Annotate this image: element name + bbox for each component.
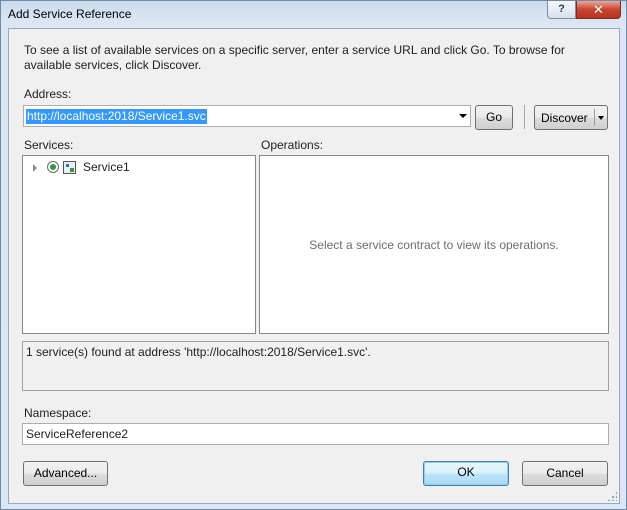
operations-placeholder: Select a service contract to view its op… bbox=[309, 238, 559, 252]
cancel-button[interactable]: Cancel bbox=[522, 461, 608, 486]
help-icon: ? bbox=[558, 3, 565, 15]
status-text: 1 service(s) found at address 'http://lo… bbox=[26, 345, 371, 359]
service-reference-icon bbox=[63, 161, 76, 174]
status-message-box: 1 service(s) found at address 'http://lo… bbox=[22, 341, 609, 391]
intro-text: To see a list of available services on a… bbox=[24, 43, 565, 72]
title-bar[interactable]: Add Service Reference ? ✕ bbox=[1, 1, 626, 28]
address-combobox[interactable]: http://localhost:2018/Service1.svc bbox=[23, 105, 471, 127]
chevron-down-icon[interactable] bbox=[459, 114, 467, 118]
toolbar-separator bbox=[524, 105, 525, 129]
ok-button[interactable]: OK bbox=[423, 461, 509, 486]
advanced-button[interactable]: Advanced... bbox=[23, 461, 108, 486]
go-button[interactable]: Go bbox=[475, 105, 513, 130]
operations-label: Operations: bbox=[261, 138, 324, 152]
dialog-title: Add Service Reference bbox=[8, 7, 132, 21]
split-divider bbox=[594, 109, 595, 126]
namespace-input[interactable]: ServiceReference2 bbox=[22, 423, 609, 445]
dialog-window: Add Service Reference ? ✕ To see a list … bbox=[0, 0, 627, 510]
help-button[interactable]: ? bbox=[547, 1, 576, 19]
discover-split-button[interactable]: Discover bbox=[534, 105, 608, 130]
expand-arrow-icon[interactable] bbox=[33, 164, 37, 172]
resize-grip[interactable] bbox=[607, 491, 617, 501]
close-button[interactable]: ✕ bbox=[576, 1, 621, 19]
namespace-label: Namespace: bbox=[24, 406, 92, 420]
address-label: Address: bbox=[24, 87, 72, 101]
address-value[interactable]: http://localhost:2018/Service1.svc bbox=[26, 109, 207, 124]
operations-list[interactable]: Select a service contract to view its op… bbox=[259, 155, 609, 334]
discover-button-label: Discover bbox=[541, 111, 588, 125]
close-icon: ✕ bbox=[593, 2, 604, 17]
services-tree[interactable]: Service1 bbox=[22, 155, 256, 334]
services-label: Services: bbox=[24, 138, 74, 152]
dropdown-arrow-icon[interactable] bbox=[598, 116, 604, 120]
endpoint-icon bbox=[47, 161, 59, 173]
dialog-body: To see a list of available services on a… bbox=[8, 28, 620, 504]
tree-item-label[interactable]: Service1 bbox=[83, 160, 130, 174]
